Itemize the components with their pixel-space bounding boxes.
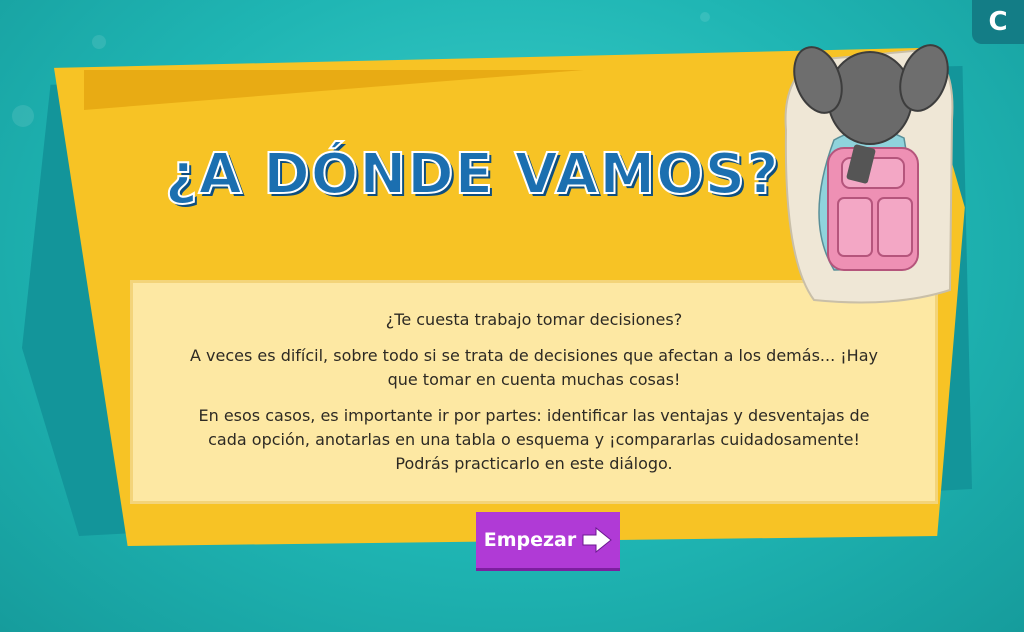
start-button[interactable]: Empezar	[476, 512, 620, 568]
intro-paragraph: En esos casos, es importante ir por part…	[198, 406, 870, 473]
corner-badge[interactable]: C	[972, 0, 1024, 44]
corner-badge-label: C	[988, 7, 1008, 37]
start-button-label: Empezar	[483, 529, 577, 551]
arrow-right-icon	[582, 527, 613, 553]
page-title: ¿A DÓNDE VAMOS?	[164, 141, 780, 208]
intro-paragraph: ¿Te cuesta trabajo tomar decisiones?	[385, 310, 683, 329]
intro-paragraph: A veces es difícil, sobre todo si se tra…	[190, 346, 878, 389]
girl-with-backpack-icon	[784, 44, 954, 304]
background-bubble	[700, 12, 710, 22]
intro-text-panel: ¿Te cuesta trabajo tomar decisiones? A v…	[130, 280, 938, 504]
background-bubble	[12, 105, 34, 127]
background-bubble	[92, 35, 106, 49]
